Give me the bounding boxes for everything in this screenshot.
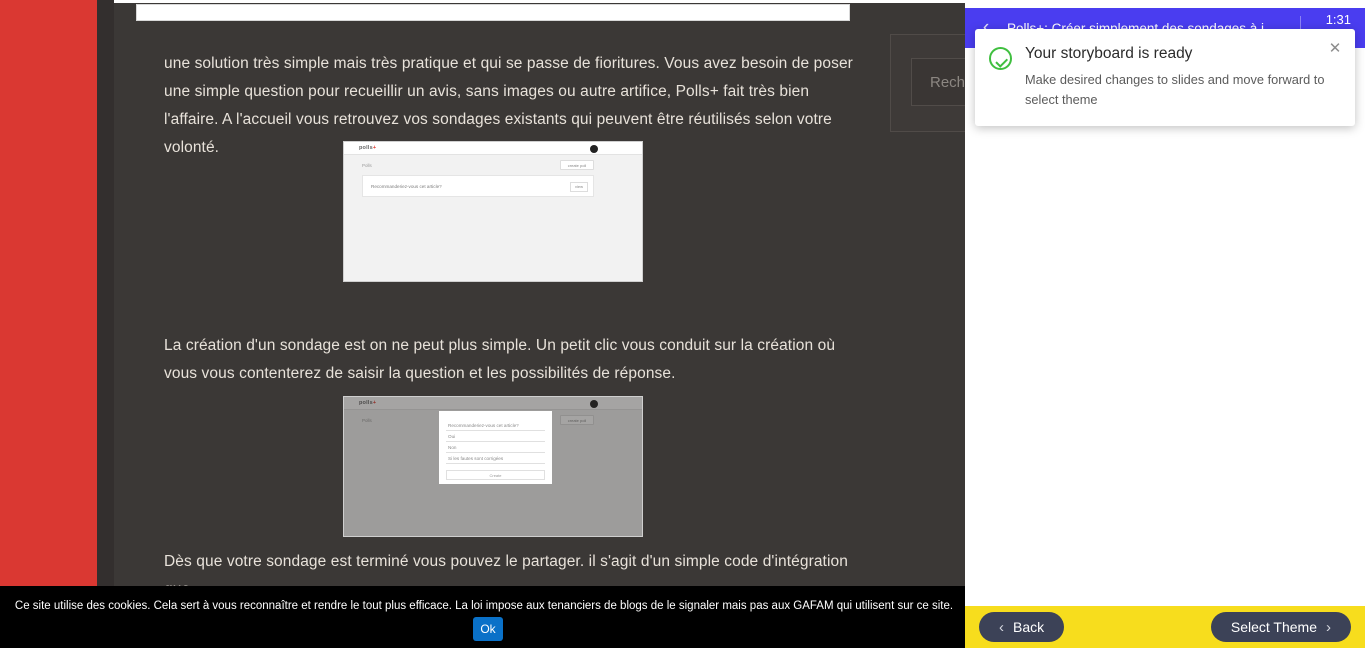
- embed2-submit-button: Create: [446, 470, 545, 480]
- article-image-polls-home: polls+ Polls create poll Recommanderiez-…: [343, 141, 643, 282]
- blog-left-dark-strip: [97, 0, 114, 648]
- embed2-question-field: Recommanderiez-vous cet article?: [446, 420, 545, 431]
- back-button[interactable]: ‹ Back: [979, 612, 1065, 642]
- embed1-poll-card: Recommanderiez-vous cet article? view: [362, 175, 594, 197]
- select-theme-button[interactable]: Select Theme ›: [1210, 612, 1351, 642]
- cookie-ok-button[interactable]: Ok: [473, 617, 503, 641]
- app-footer-bar: ‹ Back Select Theme ›: [965, 606, 1365, 648]
- blog-top-white-strip: [114, 0, 965, 3]
- cookie-text: Ce site utilise des cookies. Cela sert à…: [14, 600, 954, 612]
- embed1-poll-question: Recommanderiez-vous cet article?: [371, 184, 442, 189]
- blog-left-red-sidebar: [0, 0, 97, 648]
- chevron-left-icon: ‹: [999, 618, 1004, 636]
- storyboard-ready-toast: Your storyboard is ready Make desired ch…: [975, 29, 1355, 126]
- embed1-logo-text: polls: [359, 145, 373, 151]
- header-duration-value: 1:31: [1325, 12, 1351, 27]
- embed1-label: Polls: [362, 163, 372, 168]
- toast-title: Your storyboard is ready: [1025, 45, 1193, 62]
- embed2-option-2: Non: [446, 442, 545, 453]
- embed1-topbar: polls+: [344, 142, 642, 155]
- back-button-label: Back: [1013, 619, 1045, 635]
- blog-content-column: une solution très simple mais très prati…: [114, 0, 965, 648]
- embed1-logo-plus: +: [372, 145, 377, 151]
- select-theme-label: Select Theme: [1230, 619, 1317, 635]
- article-image-polls-create: polls+ Polls create poll Recommanderiez-…: [343, 396, 643, 537]
- toast-close-icon[interactable]: ✕: [1327, 41, 1343, 57]
- embed2-option-1: Oui: [446, 431, 545, 442]
- embed1-avatar: [590, 144, 598, 153]
- embed2-create-modal: Recommanderiez-vous cet article? Oui Non…: [439, 411, 552, 484]
- toast-message: Make desired changes to slides and move …: [1025, 72, 1325, 107]
- embed1-logo: polls+: [359, 145, 376, 151]
- embed2-option-3: Si les fautes sont corrigées: [446, 453, 545, 464]
- blog-top-white-box: [136, 4, 850, 21]
- cookie-consent-banner: Ce site utilise des cookies. Cela sert à…: [0, 586, 968, 648]
- embed1-create-poll-button: create poll: [560, 160, 594, 170]
- success-check-icon: [989, 47, 1012, 70]
- article-paragraph-2: La création d'un sondage est on ne peut …: [164, 337, 836, 382]
- screen-root: une solution très simple mais très prati…: [0, 0, 1365, 648]
- embed1-view-button: view: [570, 181, 588, 192]
- chevron-right-icon: ›: [1326, 618, 1331, 636]
- storyboard-app-panel: ‹ Polls+: Créer simplement des sondages …: [965, 0, 1365, 648]
